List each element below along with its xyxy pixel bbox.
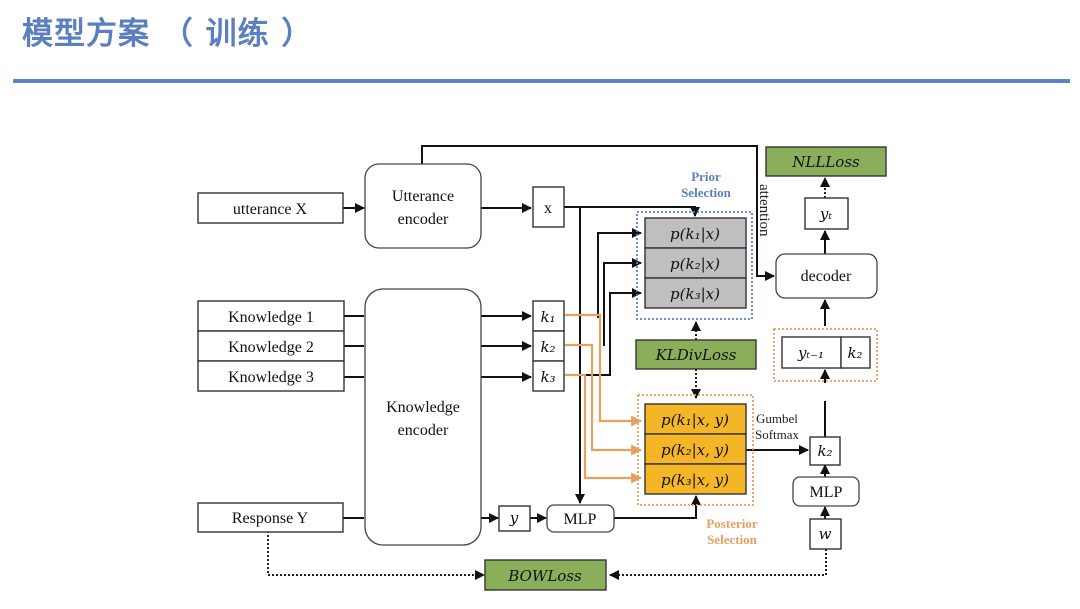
k-vectors: k₁ k₂ k₃ bbox=[532, 300, 565, 392]
posterior-label-1: Posterior bbox=[706, 516, 757, 531]
kl-loss: KLDivLoss bbox=[635, 339, 757, 370]
edge-w-to-bow bbox=[609, 549, 827, 580]
knowledge-1-label: Knowledge 1 bbox=[228, 309, 314, 326]
prior-row-2-label: p(k₂|x) bbox=[670, 255, 720, 273]
k-concat-label: k₂ bbox=[847, 344, 862, 362]
x-vector-label: x bbox=[544, 200, 552, 217]
knowledge-encoder-label-2: encoder bbox=[398, 422, 449, 439]
model-diagram: utterance X Knowledge 1 Knowledge 2 Know… bbox=[197, 145, 887, 591]
utterance-encoder-label-1: Utterance bbox=[392, 188, 454, 205]
k1-label: k₁ bbox=[540, 308, 555, 326]
gumbel-label-2: Softmax bbox=[755, 427, 800, 442]
prior-row-1-label: p(k₁|x) bbox=[670, 225, 720, 243]
prior-label-1: Prior bbox=[691, 169, 721, 184]
bow-loss-label: BOWLoss bbox=[507, 567, 582, 585]
posterior-row-1-label: p(k₁|x, y) bbox=[661, 411, 729, 429]
nll-loss: NLLLoss bbox=[765, 146, 887, 177]
posterior-mlp-label: MLP bbox=[564, 511, 597, 528]
attention-label: attention bbox=[756, 184, 772, 237]
kl-loss-label: KLDivLoss bbox=[655, 346, 737, 364]
prior-label-2: Selection bbox=[681, 185, 732, 200]
y-vector-label: y bbox=[509, 509, 519, 527]
posterior-row-2-label: p(k₂|x, y) bbox=[661, 441, 729, 459]
k3-label: k₃ bbox=[540, 368, 555, 386]
bow-mlp-label: MLP bbox=[810, 484, 843, 501]
posterior-mlp: MLP bbox=[546, 504, 615, 533]
utterance-input-label: utterance X bbox=[233, 201, 308, 218]
edge-k2-to-posterior bbox=[565, 343, 643, 456]
decoder: decoder bbox=[775, 253, 878, 299]
bow-mlp: MLP bbox=[792, 476, 860, 507]
k2-label: k₂ bbox=[540, 338, 555, 356]
nll-loss-label: NLLLoss bbox=[791, 153, 860, 171]
knowledge-3-label: Knowledge 3 bbox=[228, 369, 314, 386]
prior-selection: Prior Selection p(k₁|x) p(k₂|x) p(k₃|x) bbox=[636, 169, 753, 320]
utterance-encoder-label-2: encoder bbox=[398, 211, 449, 228]
response-input-label: Response Y bbox=[232, 510, 309, 527]
selected-knowledge: k₂ bbox=[809, 436, 841, 466]
prior-row-3-label: p(k₃|x) bbox=[670, 285, 720, 303]
response-input: Response Y bbox=[197, 502, 344, 533]
decoder-label: decoder bbox=[801, 268, 852, 285]
knowledge-encoder: Knowledge encoder bbox=[364, 288, 482, 546]
posterior-row-3-label: p(k₃|x, y) bbox=[661, 471, 729, 489]
w-vector: w bbox=[809, 518, 842, 550]
edge-k3-to-posterior bbox=[565, 373, 643, 484]
knowledge-2-label: Knowledge 2 bbox=[228, 339, 314, 356]
y-prev-label: yₜ₋₁ bbox=[797, 344, 824, 362]
knowledge-inputs: Knowledge 1 Knowledge 2 Knowledge 3 bbox=[197, 300, 345, 392]
bow-loss: BOWLoss bbox=[484, 559, 607, 591]
yt-output-label: yₜ bbox=[819, 205, 832, 223]
knowledge-encoder-label-1: Knowledge bbox=[386, 399, 460, 416]
edge-mlp-to-posterior bbox=[614, 495, 701, 519]
utterance-input: utterance X bbox=[197, 192, 344, 224]
gumbel-label-1: Gumbel bbox=[756, 411, 798, 426]
y-vector: y bbox=[498, 505, 531, 532]
x-vector: x bbox=[532, 186, 565, 228]
posterior-selection: p(k₁|x, y) p(k₂|x, y) p(k₃|x, y) Posteri… bbox=[637, 394, 758, 547]
yt-output: yₜ bbox=[804, 197, 849, 230]
utterance-encoder: Utterance encoder bbox=[364, 163, 482, 249]
posterior-label-2: Selection bbox=[707, 532, 758, 547]
selected-knowledge-label: k₂ bbox=[817, 442, 832, 460]
w-vector-label: w bbox=[819, 525, 832, 543]
edge-x-to-prior bbox=[564, 206, 700, 217]
